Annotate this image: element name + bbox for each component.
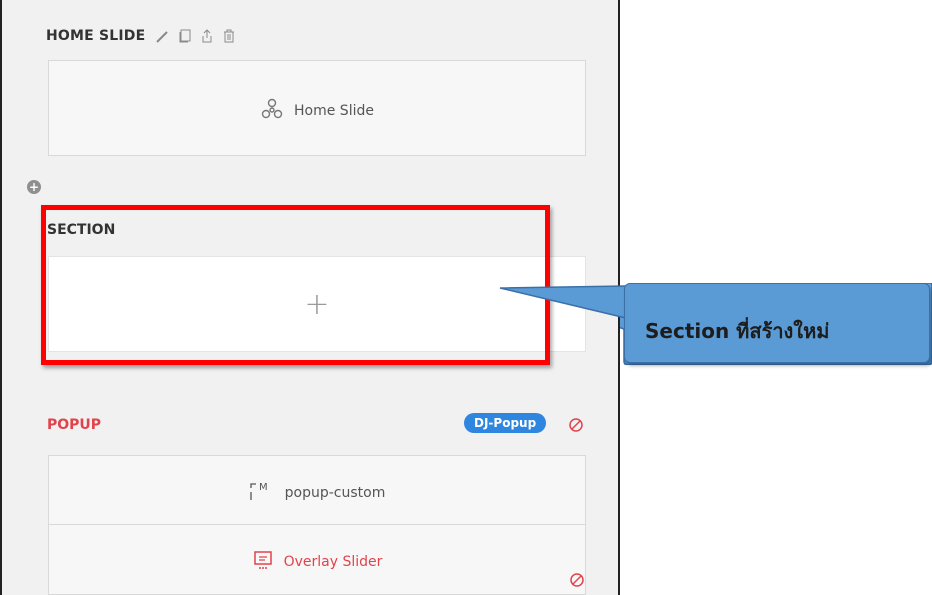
overlay-slider-label: Overlay Slider: [283, 554, 383, 570]
dj-popup-badge[interactable]: DJ-Popup: [464, 413, 547, 433]
overlay-slider-module[interactable]: Overlay Slider: [48, 524, 586, 595]
home-slide-module[interactable]: Home Slide: [48, 60, 586, 156]
home-slide-header: HOME SLIDE: [46, 26, 237, 46]
trash-icon[interactable]: [221, 28, 237, 44]
copy-icon[interactable]: [177, 28, 193, 44]
export-icon[interactable]: [199, 28, 215, 44]
popup-custom-module[interactable]: M popup-custom: [48, 455, 586, 525]
callout-pointer: [499, 285, 627, 319]
stage: HOME SLIDE Home Slide + SECTION + POPUP …: [0, 0, 932, 595]
add-section-button[interactable]: +: [27, 180, 41, 194]
home-slide-toolbar: [155, 28, 237, 44]
section-title: SECTION: [47, 222, 116, 238]
slider-icon: [252, 549, 274, 575]
popup-title: POPUP: [47, 417, 102, 433]
overlay-slider-disable-icon[interactable]: [569, 572, 584, 587]
pencil-icon[interactable]: [155, 28, 171, 44]
home-slide-title: HOME SLIDE: [46, 28, 146, 44]
home-slide-content: Home Slide: [49, 97, 585, 125]
module-icon: M: [249, 480, 275, 506]
popup-custom-content: M popup-custom: [49, 480, 585, 506]
callout-text: Section ที่สร้างใหม่: [645, 319, 830, 343]
svg-text:M: M: [259, 482, 268, 493]
disable-icon[interactable]: [568, 417, 584, 433]
home-slide-label: Home Slide: [294, 103, 374, 119]
overlay-slider-content: Overlay Slider: [49, 549, 585, 575]
popup-custom-label: popup-custom: [284, 485, 386, 501]
fidget-spinner-icon: [260, 97, 284, 125]
